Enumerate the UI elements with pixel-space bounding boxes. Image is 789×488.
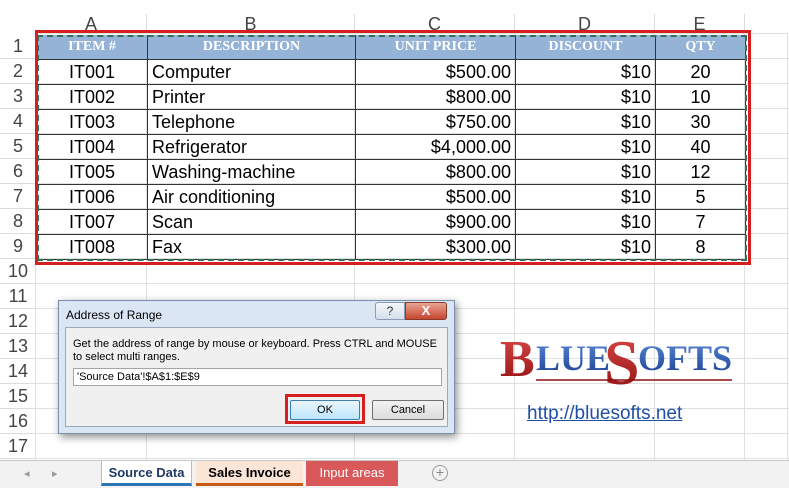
cell-qty[interactable]: 5 [656, 185, 746, 210]
column-header-e[interactable]: E [655, 14, 745, 34]
cell-qty[interactable]: 10 [656, 85, 746, 110]
cell-qty[interactable]: 8 [656, 235, 746, 260]
cell-item[interactable]: IT002 [37, 85, 148, 110]
row-header-5[interactable]: 5 [0, 134, 36, 159]
cell-description[interactable]: Washing-machine [148, 160, 356, 185]
cell-description[interactable]: Printer [148, 85, 356, 110]
cell-description[interactable]: Air conditioning [148, 185, 356, 210]
row-header-11[interactable]: 11 [0, 284, 36, 309]
svg-text:B: B [500, 331, 535, 388]
cell-discount[interactable]: $10 [516, 110, 656, 135]
header-cell-item[interactable]: ITEM # [37, 35, 148, 60]
bluesofts-link[interactable]: http://bluesofts.net [527, 403, 682, 425]
row-header-2[interactable]: 2 [0, 59, 36, 84]
header-cell-description[interactable]: DESCRIPTION [148, 35, 356, 60]
cell-unit-price[interactable]: $4,000.00 [356, 135, 516, 160]
range-address-input[interactable] [73, 368, 442, 386]
cell-discount[interactable]: $10 [516, 160, 656, 185]
column-header-c[interactable]: C [355, 14, 515, 34]
row-header-14[interactable]: 14 [0, 359, 36, 384]
grid-col-line [787, 34, 788, 460]
grid-col-line [35, 34, 36, 460]
cell-item[interactable]: IT005 [37, 160, 148, 185]
cell-item[interactable]: IT004 [37, 135, 148, 160]
cell-description[interactable]: Fax [148, 235, 356, 260]
column-header-a[interactable]: A [36, 14, 147, 34]
header-cell-discount[interactable]: DISCOUNT [516, 35, 656, 60]
dialog-message: Get the address of range by mouse or key… [73, 338, 437, 363]
row-header-17[interactable]: 17 [0, 434, 36, 459]
cell-unit-price[interactable]: $500.00 [356, 185, 516, 210]
cell-unit-price[interactable]: $500.00 [356, 60, 516, 85]
tab-source-data[interactable]: Source Data [101, 461, 192, 486]
sheet-tab-bar: ◂ ▸ Source Data Sales Invoice Input area… [0, 460, 789, 488]
row-header-6[interactable]: 6 [0, 159, 36, 184]
grid-row-line [36, 283, 789, 284]
row-header-1[interactable]: 1 [0, 34, 36, 59]
cell-qty[interactable]: 12 [656, 160, 746, 185]
cell-discount[interactable]: $10 [516, 85, 656, 110]
cell-item[interactable]: IT007 [37, 210, 148, 235]
cell-qty[interactable]: 30 [656, 110, 746, 135]
close-button[interactable]: X [405, 302, 447, 320]
ok-button[interactable]: OK [290, 400, 360, 420]
cell-unit-price[interactable]: $800.00 [356, 160, 516, 185]
cancel-button[interactable]: Cancel [372, 400, 444, 420]
plus-circle-icon[interactable]: + [432, 465, 448, 481]
cell-unit-price[interactable]: $300.00 [356, 235, 516, 260]
row-header-9[interactable]: 9 [0, 234, 36, 259]
cell-unit-price[interactable]: $750.00 [356, 110, 516, 135]
header-cell-qty[interactable]: QTY [656, 35, 746, 60]
row-header-4[interactable]: 4 [0, 109, 36, 134]
tab-input-areas[interactable]: Input areas [306, 461, 398, 486]
row-header-8[interactable]: 8 [0, 209, 36, 234]
cell-qty[interactable]: 40 [656, 135, 746, 160]
cell-item[interactable]: IT006 [37, 185, 148, 210]
prev-sheet-icon[interactable]: ◂ [24, 467, 30, 480]
header-cell-unit-price[interactable]: UNIT PRICE [356, 35, 516, 60]
row-header-12[interactable]: 12 [0, 309, 36, 334]
cell-description[interactable]: Scan [148, 210, 356, 235]
cell-description[interactable]: Computer [148, 60, 356, 85]
tab-sales-invoice[interactable]: Sales Invoice [196, 461, 303, 486]
grid-row-line [36, 33, 789, 34]
address-of-range-dialog: Address of Range ? X Get the address of … [58, 300, 455, 434]
column-header-b[interactable]: B [147, 14, 355, 34]
cell-description[interactable]: Telephone [148, 110, 356, 135]
cell-discount[interactable]: $10 [516, 235, 656, 260]
cell-discount[interactable]: $10 [516, 210, 656, 235]
cell-qty[interactable]: 20 [656, 60, 746, 85]
svg-text:LUE: LUE [536, 338, 610, 378]
column-header-d[interactable]: D [515, 14, 655, 34]
cell-discount[interactable]: $10 [516, 135, 656, 160]
cell-item[interactable]: IT008 [37, 235, 148, 260]
svg-text:OFTS: OFTS [638, 338, 732, 378]
cell-discount[interactable]: $10 [516, 185, 656, 210]
row-header-16[interactable]: 16 [0, 409, 36, 434]
cell-description[interactable]: Refrigerator [148, 135, 356, 160]
cell-unit-price[interactable]: $800.00 [356, 85, 516, 110]
help-button[interactable]: ? [375, 302, 405, 320]
svg-text:S: S [604, 327, 640, 388]
cell-unit-price[interactable]: $900.00 [356, 210, 516, 235]
row-header-15[interactable]: 15 [0, 384, 36, 409]
cell-item[interactable]: IT003 [37, 110, 148, 135]
row-header-13[interactable]: 13 [0, 334, 36, 359]
row-header-3[interactable]: 3 [0, 84, 36, 109]
cell-discount[interactable]: $10 [516, 60, 656, 85]
row-header-10[interactable]: 10 [0, 259, 36, 284]
cell-item[interactable]: IT001 [37, 60, 148, 85]
cell-qty[interactable]: 7 [656, 210, 746, 235]
grid-row-line [36, 458, 789, 459]
row-header-7[interactable]: 7 [0, 184, 36, 209]
dialog-title: Address of Range [66, 308, 163, 322]
bluesofts-logo: B LUE S OFTS [500, 318, 740, 398]
next-sheet-icon[interactable]: ▸ [52, 467, 58, 480]
dialog-body: Get the address of range by mouse or key… [65, 327, 448, 427]
